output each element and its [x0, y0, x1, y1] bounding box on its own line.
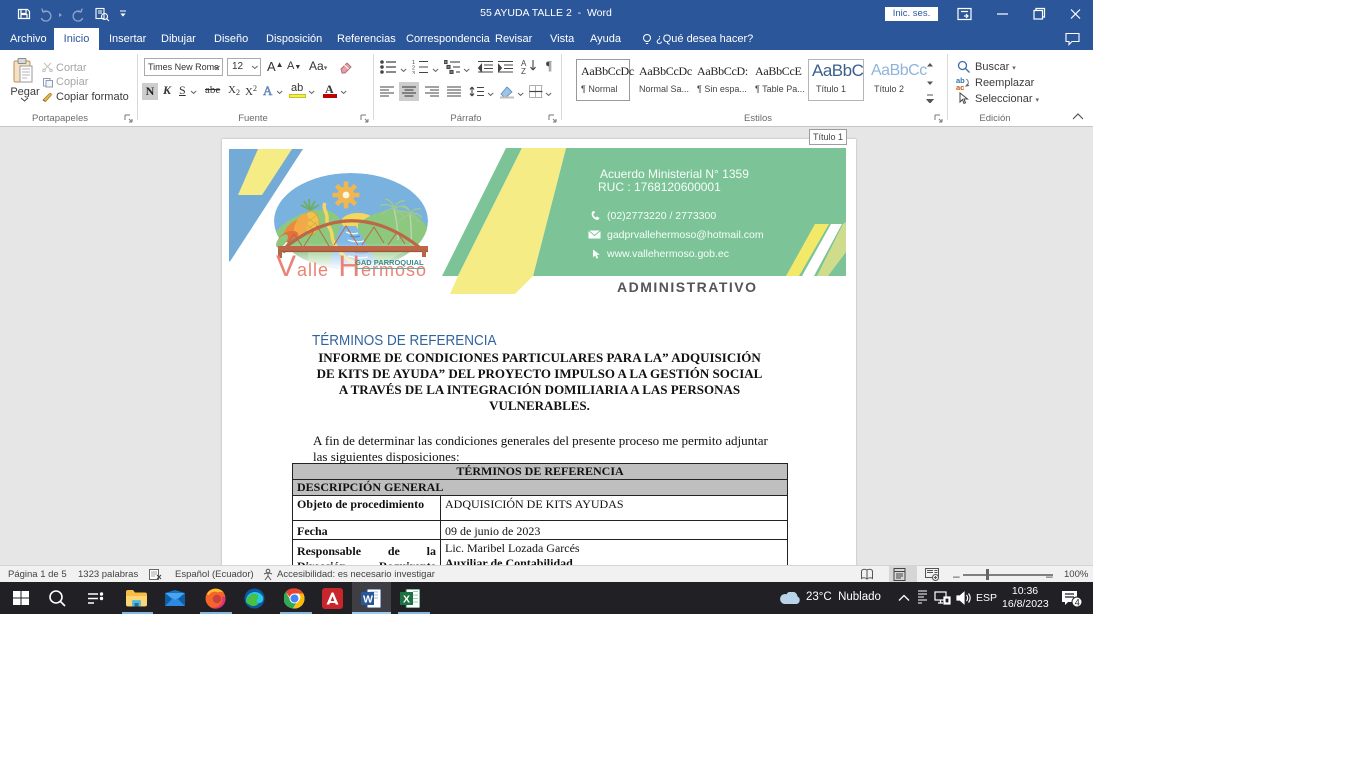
svg-text:X: X [403, 594, 410, 606]
svg-text:4: 4 [1075, 598, 1080, 608]
svg-text:3: 3 [412, 71, 415, 74]
svg-text:W: W [363, 594, 373, 606]
svg-text:ac: ac [956, 83, 964, 90]
svg-text:Z: Z [521, 67, 526, 74]
